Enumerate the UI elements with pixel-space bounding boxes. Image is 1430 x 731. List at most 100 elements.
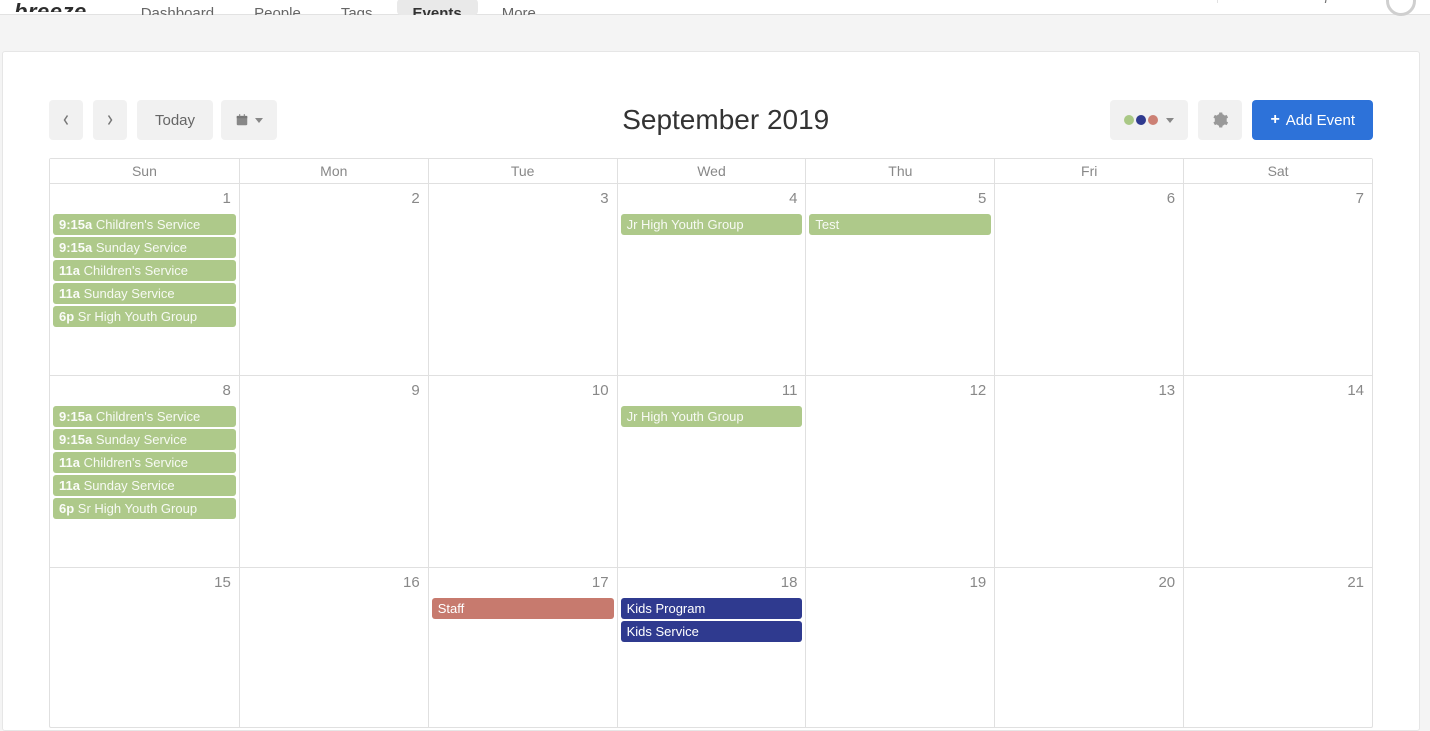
calendar-day[interactable]: 10 <box>428 376 617 567</box>
event-name: Test <box>815 217 839 232</box>
event-time: 9:15a <box>59 217 96 232</box>
event-item[interactable]: 6p Sr High Youth Group <box>53 498 236 519</box>
event-name: Children's Service <box>96 409 200 424</box>
calendar-day[interactable]: 9 <box>239 376 428 567</box>
event-name: Kids Service <box>627 624 699 639</box>
nav-item-people[interactable]: People <box>238 0 317 15</box>
filter-dot-red <box>1148 115 1158 125</box>
event-item[interactable]: 11a Sunday Service <box>53 283 236 304</box>
day-header: Mon <box>239 159 428 183</box>
day-headers: SunMonTueWedThuFriSat <box>50 159 1372 183</box>
calendar-grid: SunMonTueWedThuFriSat 19:15a Children's … <box>49 158 1373 728</box>
event-time: 9:15a <box>59 240 96 255</box>
day-number: 6 <box>997 186 1181 213</box>
calendar-day[interactable]: 11Jr High Youth Group <box>617 376 806 567</box>
event-name: Sr High Youth Group <box>78 501 197 516</box>
avatar[interactable] <box>1386 0 1416 16</box>
calendar-day[interactable]: 89:15a Children's Service9:15a Sunday Se… <box>50 376 239 567</box>
calendar-day[interactable]: 20 <box>994 568 1183 727</box>
event-name: Kids Program <box>627 601 706 616</box>
event-item[interactable]: Staff <box>432 598 614 619</box>
calendar-day[interactable]: 12 <box>805 376 994 567</box>
event-name: Sunday Service <box>96 240 187 255</box>
calendar-toolbar: Today September 2019 + Add Event <box>49 100 1373 140</box>
nav-item-dashboard[interactable]: Dashboard <box>125 0 230 15</box>
day-number: 10 <box>431 378 615 405</box>
event-time: 11a <box>59 263 84 278</box>
chevron-left-icon <box>62 114 70 126</box>
calendar-day[interactable]: 13 <box>994 376 1183 567</box>
calendar-day[interactable]: 2 <box>239 184 428 375</box>
day-number: 2 <box>242 186 426 213</box>
nav-item-tags[interactable]: Tags <box>325 0 389 15</box>
event-name: Sunday Service <box>84 478 175 493</box>
day-number: 19 <box>808 570 992 597</box>
calendar-icon <box>235 113 249 127</box>
day-number: 17 <box>431 570 615 597</box>
day-header: Tue <box>428 159 617 183</box>
event-item[interactable]: Test <box>809 214 991 235</box>
day-number: 1 <box>52 186 237 213</box>
day-number: 15 <box>52 570 237 597</box>
date-picker-button[interactable] <box>221 100 277 140</box>
calendar-day[interactable]: 14 <box>1183 376 1372 567</box>
day-number: 16 <box>242 570 426 597</box>
event-time: 11a <box>59 286 84 301</box>
settings-button[interactable] <box>1198 100 1242 140</box>
prev-button[interactable] <box>49 100 83 140</box>
calendar-day[interactable]: 17 Staff <box>428 568 617 727</box>
calendar-day[interactable]: 7 <box>1183 184 1372 375</box>
day-number: 21 <box>1186 570 1370 597</box>
next-button[interactable] <box>93 100 127 140</box>
calendar-day[interactable]: 6 <box>994 184 1183 375</box>
plus-icon: + <box>1270 111 1279 129</box>
calendar-day[interactable]: 18Kids ProgramKids Service <box>617 568 806 727</box>
day-number: 9 <box>242 378 426 405</box>
add-event-label: Add Event <box>1286 112 1355 129</box>
event-item[interactable]: Kids Program <box>621 598 803 619</box>
event-item[interactable]: 11a Children's Service <box>53 452 236 473</box>
gear-icon <box>1211 111 1229 129</box>
event-item[interactable]: 9:15a Children's Service <box>53 406 236 427</box>
chevron-right-icon <box>106 114 114 126</box>
day-number: 5 <box>808 186 992 213</box>
search-input[interactable] <box>1252 0 1372 3</box>
day-number: 14 <box>1186 378 1370 405</box>
day-header: Sat <box>1183 159 1372 183</box>
calendar-day[interactable]: 19 <box>805 568 994 727</box>
calendar-day[interactable]: 21 <box>1183 568 1372 727</box>
today-button[interactable]: Today <box>137 100 213 140</box>
day-header: Fri <box>994 159 1183 183</box>
event-item[interactable]: 11a Children's Service <box>53 260 236 281</box>
event-item[interactable]: Jr High Youth Group <box>621 214 803 235</box>
calendar-day[interactable]: 19:15a Children's Service9:15a Sunday Se… <box>50 184 239 375</box>
event-name: Sr High Youth Group <box>78 309 197 324</box>
event-time: 6p <box>59 501 78 516</box>
event-item[interactable]: 6p Sr High Youth Group <box>53 306 236 327</box>
event-item[interactable]: 9:15a Sunday Service <box>53 237 236 258</box>
calendar-day[interactable]: 15 <box>50 568 239 727</box>
calendar-day[interactable]: 5 Test <box>805 184 994 375</box>
day-header: Sun <box>50 159 239 183</box>
event-item[interactable]: 11a Sunday Service <box>53 475 236 496</box>
top-nav: breeze DashboardPeopleTagsEventsMore <box>0 0 1430 15</box>
chevron-down-icon <box>255 118 263 123</box>
add-event-button[interactable]: + Add Event <box>1252 100 1373 140</box>
calendar-day[interactable]: 3 <box>428 184 617 375</box>
nav-item-events[interactable]: Events <box>397 0 478 15</box>
event-item[interactable]: Kids Service <box>621 621 803 642</box>
calendar-weeks: 19:15a Children's Service9:15a Sunday Se… <box>50 183 1372 727</box>
calendar-day[interactable]: 16 <box>239 568 428 727</box>
day-number: 13 <box>997 378 1181 405</box>
event-item[interactable]: 9:15a Sunday Service <box>53 429 236 450</box>
event-name: Staff <box>438 601 465 616</box>
search-wrap <box>1217 0 1372 3</box>
event-item[interactable]: 9:15a Children's Service <box>53 214 236 235</box>
chevron-down-icon <box>1166 118 1174 123</box>
calendar-week: 19:15a Children's Service9:15a Sunday Se… <box>50 183 1372 375</box>
nav-item-more[interactable]: More <box>486 0 552 15</box>
day-number: 4 <box>620 186 804 213</box>
calendar-day[interactable]: 4Jr High Youth Group <box>617 184 806 375</box>
event-item[interactable]: Jr High Youth Group <box>621 406 803 427</box>
day-number: 7 <box>1186 186 1370 213</box>
